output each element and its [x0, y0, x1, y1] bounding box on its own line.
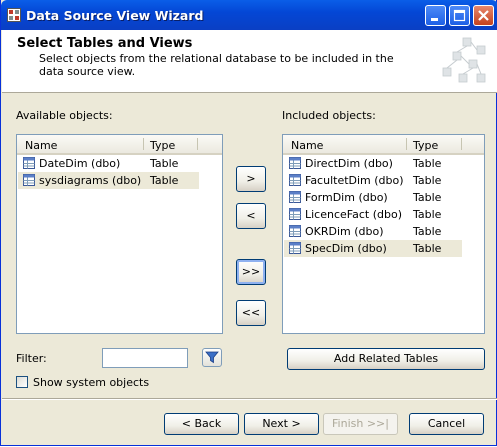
filter-label: Filter:	[16, 352, 47, 365]
table-icon	[289, 242, 301, 254]
column-separator[interactable]	[461, 138, 462, 150]
filter-input[interactable]	[102, 348, 188, 368]
wizard-app-icon	[7, 8, 21, 22]
minimize-button[interactable]	[425, 5, 446, 26]
table-row[interactable]: OKRDim (dbo) Table	[284, 223, 462, 240]
footer-divider-highlight	[2, 399, 497, 400]
page-description: Select objects from the relational datab…	[39, 52, 394, 78]
row-type: Table	[413, 174, 442, 187]
table-row[interactable]: DirectDim (dbo) Table	[284, 155, 462, 172]
row-name: sysdiagrams (dbo)	[39, 174, 142, 187]
row-name: FormDim (dbo)	[305, 191, 388, 204]
filter-icon	[205, 351, 219, 364]
row-type: Table	[413, 191, 442, 204]
row-name: FacultetDim (dbo)	[305, 174, 404, 187]
wizard-header: Select Tables and Views Select objects f…	[2, 30, 497, 93]
wizard-window: Data Source View Wizard Select Tables an…	[0, 0, 497, 446]
show-system-objects-label[interactable]: Show system objects	[33, 376, 149, 389]
table-icon	[289, 174, 301, 186]
back-button[interactable]: < Back	[164, 413, 239, 435]
table-row[interactable]: sysdiagrams (dbo) Table	[18, 172, 199, 189]
maximize-icon	[453, 9, 466, 22]
back-label: < Back	[181, 417, 222, 430]
row-type: Table	[413, 157, 442, 170]
row-type: Table	[413, 242, 442, 255]
cancel-button[interactable]: Cancel	[409, 413, 484, 435]
column-header-name[interactable]: Name	[25, 139, 57, 152]
close-icon	[478, 10, 489, 21]
remove-all-button[interactable]: <<	[236, 300, 266, 326]
maximize-button[interactable]	[449, 5, 470, 26]
row-type: Table	[413, 225, 442, 238]
add-related-tables-button[interactable]: Add Related Tables	[287, 348, 485, 370]
finish-label: Finish >>|	[332, 417, 389, 430]
table-icon	[289, 208, 301, 220]
next-label: Next >	[262, 417, 301, 430]
available-objects-label: Available objects:	[16, 109, 113, 122]
filter-button[interactable]	[202, 348, 222, 367]
table-row[interactable]: FormDim (dbo) Table	[284, 189, 462, 206]
column-header-type[interactable]: Type	[413, 139, 438, 152]
window-title: Data Source View Wizard	[26, 8, 204, 23]
add-all-button[interactable]: >>	[236, 259, 266, 285]
available-objects-list[interactable]: Name Type DateDim (dbo) Table sysdiagrams …	[16, 134, 223, 334]
minimize-icon	[431, 18, 438, 21]
row-type: Table	[413, 208, 442, 221]
remove-all-label: <<	[241, 306, 261, 319]
column-header-name[interactable]: Name	[291, 139, 323, 152]
add-selected-button[interactable]: >	[236, 166, 266, 192]
cancel-label: Cancel	[427, 417, 466, 430]
table-row[interactable]: LicenceFact (dbo) Table	[284, 206, 462, 223]
remove-selected-button[interactable]: <	[236, 203, 266, 229]
close-button[interactable]	[473, 5, 494, 26]
add-all-label: >>	[241, 265, 261, 278]
table-icon	[289, 191, 301, 203]
table-icon	[289, 225, 301, 237]
row-name: DateDim (dbo)	[39, 157, 121, 170]
column-separator[interactable]	[197, 138, 198, 150]
row-type: Table	[150, 157, 179, 170]
wizard-header-graphic	[442, 37, 486, 83]
finish-button[interactable]: Finish >>|	[323, 413, 398, 435]
row-name: LicenceFact (dbo)	[305, 208, 402, 221]
row-name: SpecDim (dbo)	[305, 242, 387, 255]
column-separator[interactable]	[406, 138, 407, 150]
page-title: Select Tables and Views	[17, 36, 193, 51]
included-list-header: Name Type	[283, 135, 484, 155]
next-button[interactable]: Next >	[244, 413, 319, 435]
included-objects-list[interactable]: Name Type DirectDim (dbo) Table FacultetDi…	[282, 134, 485, 334]
add-related-tables-label: Add Related Tables	[333, 352, 439, 365]
add-selected-label: >	[246, 172, 256, 185]
available-list-header: Name Type	[17, 135, 222, 155]
table-icon	[23, 174, 35, 186]
column-header-type[interactable]: Type	[150, 139, 175, 152]
table-row[interactable]: DateDim (dbo) Table	[18, 155, 199, 172]
column-separator[interactable]	[143, 138, 144, 150]
row-type: Table	[150, 174, 179, 187]
remove-selected-label: <	[246, 209, 256, 222]
included-objects-label: Included objects:	[282, 109, 376, 122]
show-system-objects-checkbox[interactable]	[16, 376, 28, 388]
title-bar[interactable]: Data Source View Wizard	[1, 0, 497, 30]
table-row[interactable]: SpecDim (dbo) Table	[284, 240, 462, 257]
row-name: OKRDim (dbo)	[305, 225, 384, 238]
table-icon	[289, 157, 301, 169]
table-icon	[23, 157, 35, 169]
row-name: DirectDim (dbo)	[305, 157, 393, 170]
table-row[interactable]: FacultetDim (dbo) Table	[284, 172, 462, 189]
